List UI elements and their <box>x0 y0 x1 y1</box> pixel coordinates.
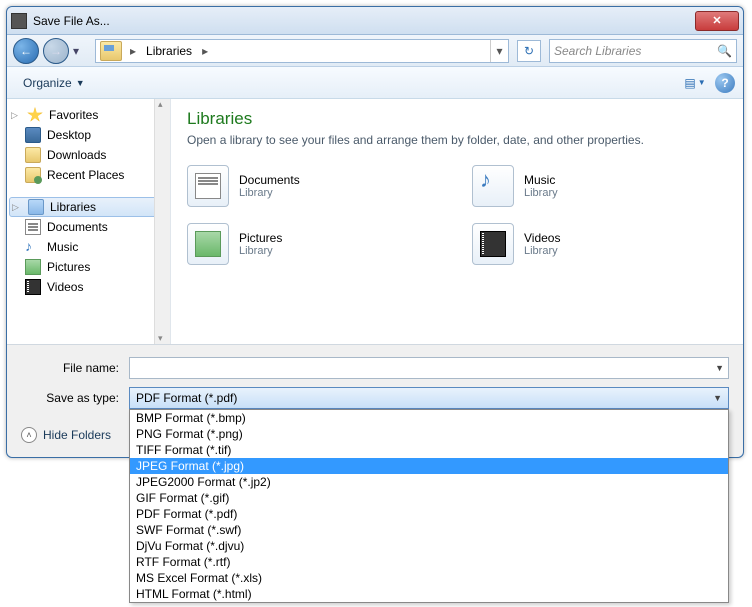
chevron-down-icon[interactable]: ▼ <box>715 363 724 373</box>
saveastype-option[interactable]: GIF Format (*.gif) <box>130 490 728 506</box>
chevron-up-icon: ˄ <box>21 427 37 443</box>
saveastype-option[interactable]: BMP Format (*.bmp) <box>130 410 728 426</box>
star-icon <box>27 107 43 123</box>
back-button[interactable]: ← <box>13 38 39 64</box>
saveastype-option[interactable]: TIFF Format (*.tif) <box>130 442 728 458</box>
sidebar-item-pictures[interactable]: Pictures <box>7 257 170 277</box>
folder-icon <box>25 147 41 163</box>
saveastype-option[interactable]: DjVu Format (*.djvu) <box>130 538 728 554</box>
libraries-icon <box>28 199 44 215</box>
sidebar-item-music[interactable]: ♪ Music <box>7 237 170 257</box>
videos-icon <box>472 223 514 265</box>
breadcrumb-location[interactable]: Libraries <box>140 44 198 58</box>
search-input[interactable]: Search Libraries 🔍 <box>549 39 737 63</box>
forward-button[interactable]: → <box>43 38 69 64</box>
filename-label: File name: <box>21 361 129 375</box>
window-title: Save File As... <box>33 14 695 28</box>
search-placeholder: Search Libraries <box>554 44 641 58</box>
saveastype-option[interactable]: SWF Format (*.swf) <box>130 522 728 538</box>
saveastype-option[interactable]: PDF Format (*.pdf) <box>130 506 728 522</box>
main-heading: Libraries <box>187 109 727 129</box>
sidebar-item-documents[interactable]: Documents <box>7 217 170 237</box>
nav-bar: ← → ▾ ▸ Libraries ▸ ▾ ↻ Search Libraries… <box>7 35 743 67</box>
main-description: Open a library to see your files and arr… <box>187 133 727 147</box>
expand-icon: ▷ <box>11 110 21 121</box>
hide-folders-button[interactable]: ˄ Hide Folders <box>21 427 111 443</box>
main-pane: Libraries Open a library to see your fil… <box>171 99 743 344</box>
save-dialog: Save File As... ✕ ← → ▾ ▸ Libraries ▸ ▾ … <box>6 6 744 458</box>
chevron-right-icon[interactable]: ▸ <box>198 44 212 58</box>
app-icon <box>11 13 27 29</box>
sidebar-item-desktop[interactable]: Desktop <box>7 125 170 145</box>
view-options-button[interactable]: ▤ ▼ <box>683 72 707 94</box>
toolbar: Organize ▼ ▤ ▼ ? <box>7 67 743 99</box>
saveastype-option[interactable]: HTML Format (*.html) <box>130 586 728 602</box>
documents-icon <box>187 165 229 207</box>
videos-icon <box>25 279 41 295</box>
expand-icon: ▷ <box>12 202 22 213</box>
library-videos[interactable]: Videos Library <box>472 223 727 265</box>
sidebar-item-downloads[interactable]: Downloads <box>7 145 170 165</box>
sidebar-scrollbar[interactable] <box>154 99 170 344</box>
organize-button[interactable]: Organize ▼ <box>15 72 93 94</box>
breadcrumb-bar[interactable]: ▸ Libraries ▸ ▾ <box>95 39 509 63</box>
saveastype-option[interactable]: MS Excel Format (*.xls) <box>130 570 728 586</box>
chevron-down-icon: ▼ <box>698 78 706 87</box>
filename-input[interactable]: ▼ <box>129 357 729 379</box>
music-icon: ♪ <box>472 165 514 207</box>
chevron-down-icon: ▼ <box>713 393 722 403</box>
saveastype-option[interactable]: JPEG Format (*.jpg) <box>130 458 728 474</box>
nav-sidebar: ▷ Favorites Desktop Downloads Recent Pla… <box>7 99 171 344</box>
saveastype-option[interactable]: JPEG2000 Format (*.jp2) <box>130 474 728 490</box>
library-pictures[interactable]: Pictures Library <box>187 223 442 265</box>
bottom-panel: File name: ▼ Save as type: PDF Format (*… <box>7 345 743 457</box>
sidebar-favorites-header[interactable]: ▷ Favorites <box>7 105 170 125</box>
refresh-button[interactable]: ↻ <box>517 40 541 62</box>
pictures-icon <box>187 223 229 265</box>
nav-history-dropdown[interactable]: ▾ <box>73 41 87 61</box>
dialog-body: ▷ Favorites Desktop Downloads Recent Pla… <box>7 99 743 345</box>
libraries-icon <box>100 41 122 61</box>
saveastype-combo[interactable]: PDF Format (*.pdf) ▼ BMP Format (*.bmp)P… <box>129 387 729 409</box>
saveastype-option[interactable]: PNG Format (*.png) <box>130 426 728 442</box>
view-icon: ▤ <box>684 76 695 90</box>
sidebar-item-videos[interactable]: Videos <box>7 277 170 297</box>
music-icon: ♪ <box>25 239 41 255</box>
library-music[interactable]: ♪ Music Library <box>472 165 727 207</box>
pictures-icon <box>25 259 41 275</box>
chevron-right-icon[interactable]: ▸ <box>126 44 140 58</box>
saveastype-option[interactable]: RTF Format (*.rtf) <box>130 554 728 570</box>
saveastype-selected: PDF Format (*.pdf) <box>136 391 237 405</box>
sidebar-libraries-header[interactable]: ▷ Libraries <box>9 197 168 217</box>
saveastype-label: Save as type: <box>21 391 129 405</box>
chevron-down-icon: ▼ <box>76 78 85 88</box>
library-documents[interactable]: Documents Library <box>187 165 442 207</box>
titlebar[interactable]: Save File As... ✕ <box>7 7 743 35</box>
help-button[interactable]: ? <box>715 73 735 93</box>
breadcrumb-dropdown[interactable]: ▾ <box>490 40 508 62</box>
search-icon: 🔍 <box>717 44 732 58</box>
close-button[interactable]: ✕ <box>695 11 739 31</box>
saveastype-dropdown[interactable]: BMP Format (*.bmp)PNG Format (*.png)TIFF… <box>129 409 729 603</box>
documents-icon <box>25 219 41 235</box>
recent-icon <box>25 167 41 183</box>
desktop-icon <box>25 127 41 143</box>
sidebar-item-recent[interactable]: Recent Places <box>7 165 170 185</box>
